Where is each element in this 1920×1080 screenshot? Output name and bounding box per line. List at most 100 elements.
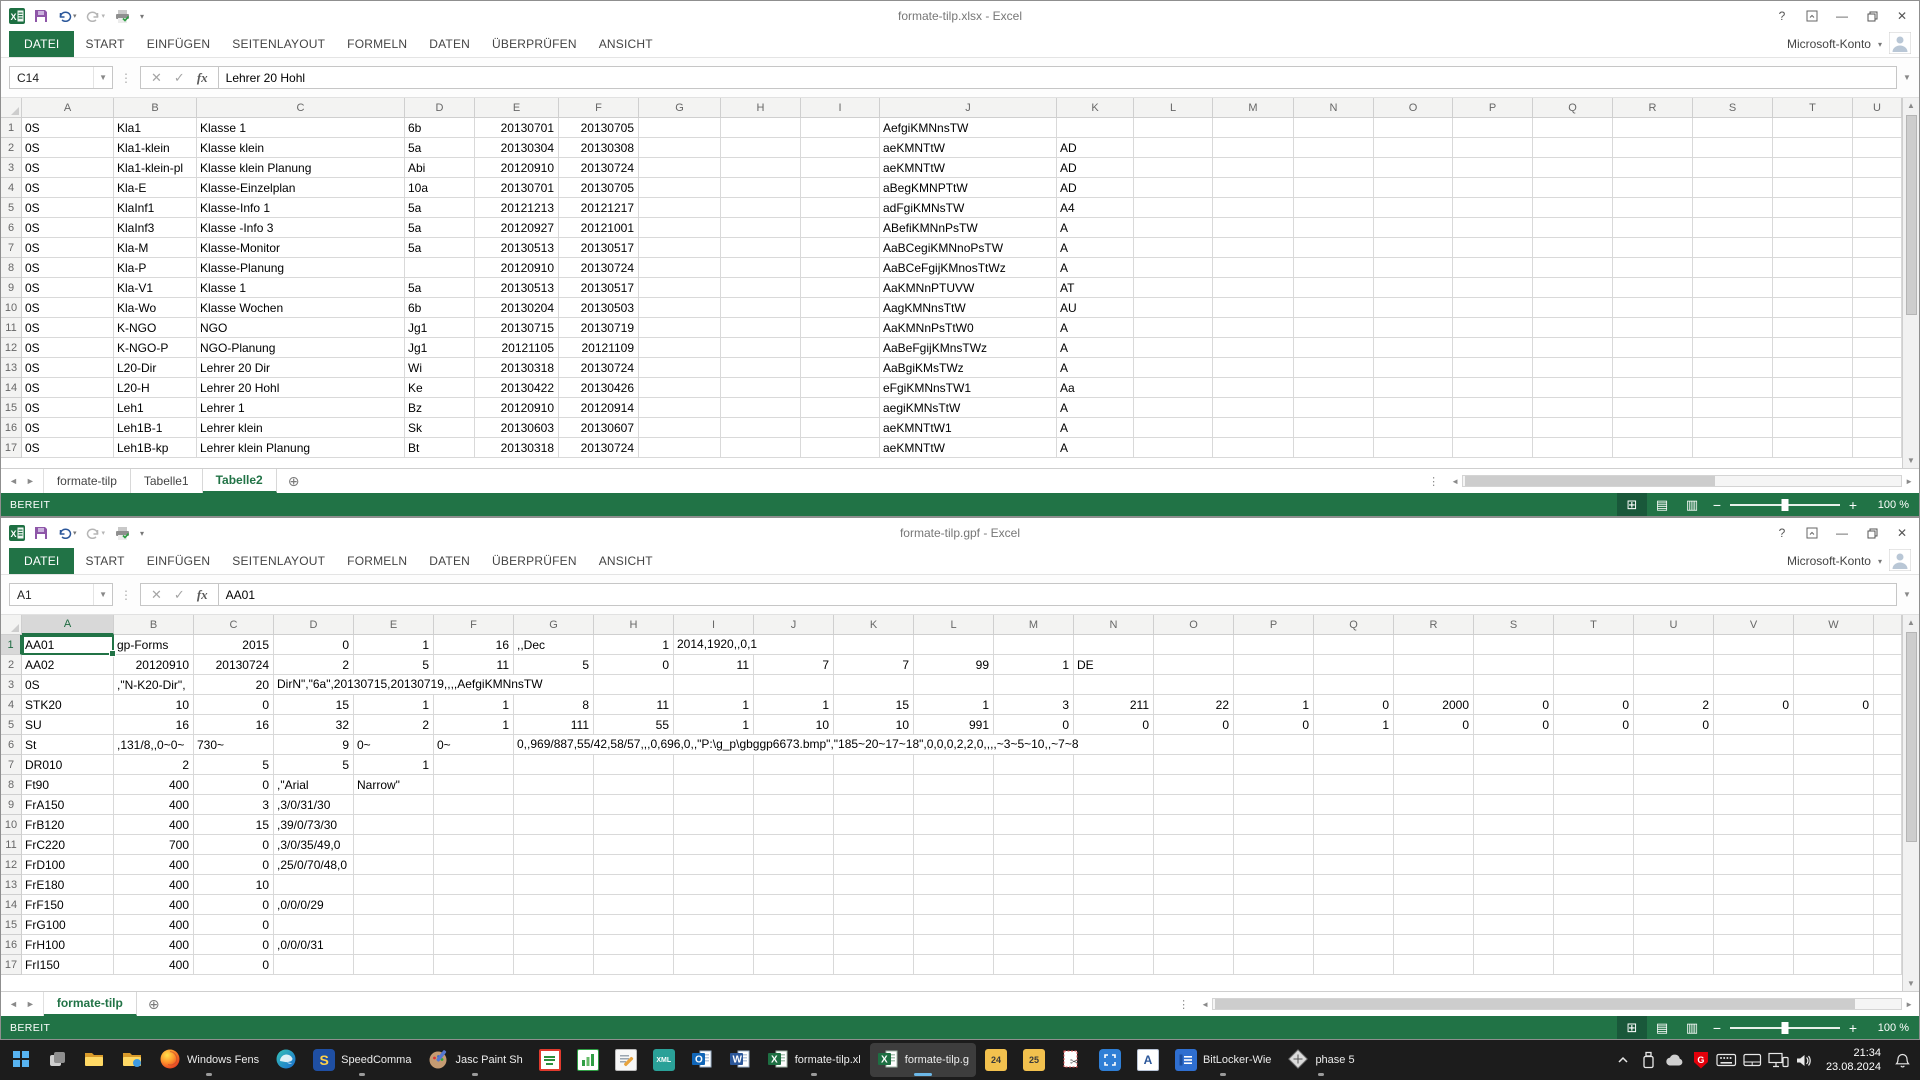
cell-L12[interactable] <box>914 855 994 875</box>
cell-N10[interactable] <box>1074 815 1154 835</box>
cell-J17[interactable]: aeKMNTtW <box>880 438 1057 458</box>
cell-F6[interactable]: 20121001 <box>559 218 639 238</box>
cell-J15[interactable] <box>754 915 834 935</box>
cell-H7[interactable] <box>594 755 674 775</box>
vscroll-up-icon[interactable]: ▲ <box>1907 615 1915 630</box>
cell-T1[interactable] <box>1554 635 1634 655</box>
cell-T7[interactable] <box>1554 755 1634 775</box>
start-button[interactable] <box>4 1043 38 1077</box>
cell-E6[interactable]: 0~ <box>354 735 434 755</box>
cell-H5[interactable] <box>721 198 801 218</box>
cell-N2[interactable] <box>1294 138 1374 158</box>
cell-F3[interactable]: 20130724 <box>559 158 639 178</box>
cell-T10[interactable] <box>1773 298 1853 318</box>
row-header-11[interactable]: 11 <box>1 318 22 338</box>
cell-E5[interactable]: 20121213 <box>475 198 559 218</box>
cell-G10[interactable] <box>639 298 721 318</box>
column-header-partial[interactable] <box>1874 615 1902 635</box>
cell-W10[interactable] <box>1794 815 1874 835</box>
cell-G4[interactable]: 8 <box>514 695 594 715</box>
cell-R1[interactable] <box>1394 635 1474 655</box>
cell-W8[interactable] <box>1794 775 1874 795</box>
cell-M8[interactable] <box>994 775 1074 795</box>
cell-E14[interactable] <box>354 895 434 915</box>
cell-Q10[interactable] <box>1533 298 1613 318</box>
cell-T2[interactable] <box>1773 138 1853 158</box>
row-header-8[interactable]: 8 <box>1 775 22 795</box>
cell-T12[interactable] <box>1773 338 1853 358</box>
cell-G5[interactable]: 111 <box>514 715 594 735</box>
column-header-E[interactable]: E <box>354 615 434 635</box>
cell-G2[interactable]: 5 <box>514 655 594 675</box>
cell-R14[interactable] <box>1394 895 1474 915</box>
cell-P17[interactable] <box>1453 438 1533 458</box>
ribbon-tab-ansicht[interactable]: ANSICHT <box>588 31 664 57</box>
cell-E13[interactable]: 20130318 <box>475 358 559 378</box>
cell-B8[interactable]: Kla-P <box>114 258 197 278</box>
cell-A4[interactable]: 0S <box>22 178 114 198</box>
cell-L5[interactable]: 991 <box>914 715 994 735</box>
row-header-2[interactable]: 2 <box>1 138 22 158</box>
cell-L7[interactable] <box>914 755 994 775</box>
cell-S5[interactable] <box>1693 198 1773 218</box>
cell-B7[interactable]: Kla-M <box>114 238 197 258</box>
sheet-nav-right-icon[interactable]: ► <box>26 999 43 1009</box>
cell-partial[interactable] <box>1874 895 1902 915</box>
customize-quick-access-icon[interactable]: ▾ <box>140 12 144 21</box>
cell-R2[interactable] <box>1394 655 1474 675</box>
cell-L4[interactable]: 1 <box>914 695 994 715</box>
cell-C15[interactable]: 0 <box>194 915 274 935</box>
cell-B4[interactable]: 10 <box>114 695 194 715</box>
cell-I15[interactable] <box>674 915 754 935</box>
cell-K3[interactable]: AD <box>1057 158 1134 178</box>
cell-I3[interactable] <box>801 158 880 178</box>
cell-E15[interactable] <box>354 915 434 935</box>
cell-C11[interactable]: NGO <box>197 318 405 338</box>
avatar[interactable] <box>1889 549 1911 574</box>
cell-B10[interactable]: 400 <box>114 815 194 835</box>
cell-J16[interactable] <box>754 935 834 955</box>
zoom-slider[interactable] <box>1730 504 1840 506</box>
sheet-tab-tabelle1[interactable]: Tabelle1 <box>131 469 203 493</box>
cell-J11[interactable]: AaKMNnPsTtW0 <box>880 318 1057 338</box>
cell-G9[interactable] <box>514 795 594 815</box>
cell-P12[interactable] <box>1453 338 1533 358</box>
cell-P13[interactable] <box>1234 875 1314 895</box>
cell-B9[interactable]: Kla-V1 <box>114 278 197 298</box>
cell-J8[interactable]: AaBCeFgijKMnosTtWz <box>880 258 1057 278</box>
column-header-S[interactable]: S <box>1693 98 1773 118</box>
cell-K7[interactable]: A <box>1057 238 1134 258</box>
cell-T12[interactable] <box>1554 855 1634 875</box>
cell-A16[interactable]: 0S <box>22 418 114 438</box>
name-box[interactable]: A1▼ <box>9 583 113 606</box>
cell-M3[interactable] <box>1213 158 1294 178</box>
cell-U5[interactable] <box>1853 198 1902 218</box>
cell-C13[interactable]: Lehrer 20 Dir <box>197 358 405 378</box>
cell-D17[interactable] <box>274 955 354 975</box>
cell-E4[interactable]: 20130701 <box>475 178 559 198</box>
cell-Q16[interactable] <box>1314 935 1394 955</box>
cell-W16[interactable] <box>1794 935 1874 955</box>
column-header-D[interactable]: D <box>405 98 475 118</box>
cell-D17[interactable]: Bt <box>405 438 475 458</box>
sheet-tab-formate-tilp[interactable]: formate-tilp <box>44 992 137 1016</box>
cell-C1[interactable]: Klasse 1 <box>197 118 405 138</box>
cell-T2[interactable] <box>1554 655 1634 675</box>
ribbon-tab-einfugen[interactable]: EINFÜGEN <box>136 548 222 574</box>
cell-L14[interactable] <box>914 895 994 915</box>
cell-B4[interactable]: Kla-E <box>114 178 197 198</box>
cell-I13[interactable] <box>674 875 754 895</box>
cell-K4[interactable]: AD <box>1057 178 1134 198</box>
cell-D6[interactable]: 5a <box>405 218 475 238</box>
cell-S16[interactable] <box>1474 935 1554 955</box>
cell-C6[interactable]: 730~ <box>194 735 274 755</box>
cell-M8[interactable] <box>1213 258 1294 278</box>
cell-E1[interactable]: 1 <box>354 635 434 655</box>
cell-S14[interactable] <box>1474 895 1554 915</box>
cell-A17[interactable]: FrI150 <box>22 955 114 975</box>
column-header-U[interactable]: U <box>1634 615 1714 635</box>
cell-E8[interactable]: Narrow" <box>354 775 434 795</box>
cell-I1[interactable] <box>801 118 880 138</box>
cell-D2[interactable]: 2 <box>274 655 354 675</box>
cell-J2[interactable]: 7 <box>754 655 834 675</box>
